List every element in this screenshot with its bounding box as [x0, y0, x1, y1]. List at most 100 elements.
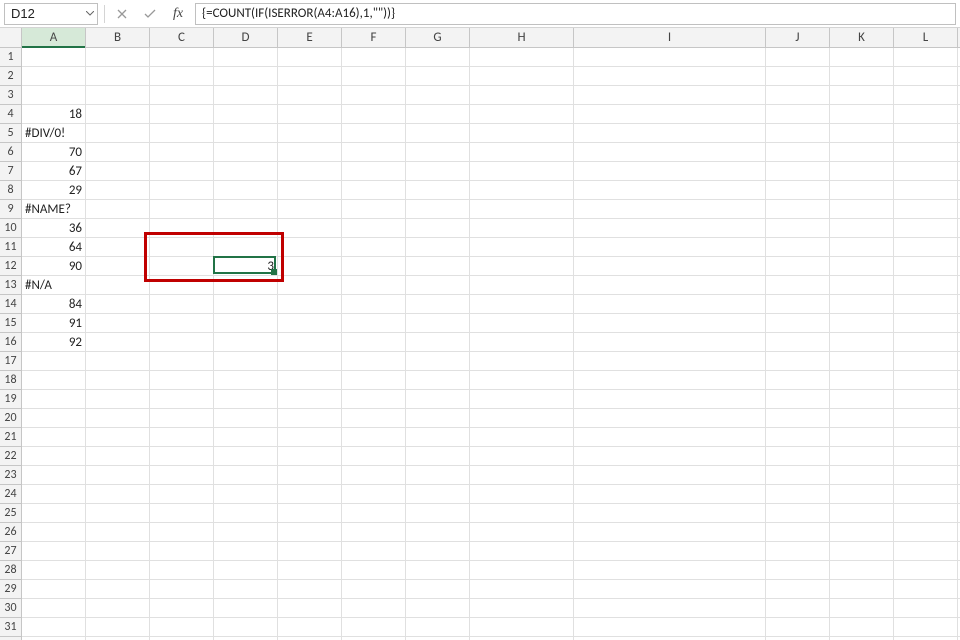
- cell-J13[interactable]: [766, 276, 830, 295]
- cell-B16[interactable]: [86, 333, 150, 352]
- cell-J15[interactable]: [766, 314, 830, 333]
- cell-C13[interactable]: [150, 276, 214, 295]
- cell-D12[interactable]: 3: [214, 257, 278, 276]
- row-header-26[interactable]: 26: [0, 523, 22, 542]
- cell-H29[interactable]: [470, 580, 574, 599]
- cell-C26[interactable]: [150, 523, 214, 542]
- name-box-container[interactable]: [4, 3, 98, 25]
- cell-H22[interactable]: [470, 447, 574, 466]
- cell-H4[interactable]: [470, 105, 574, 124]
- cell-B20[interactable]: [86, 409, 150, 428]
- column-header-L[interactable]: L: [894, 28, 958, 48]
- cell-F14[interactable]: [342, 295, 406, 314]
- cell-K11[interactable]: [830, 238, 894, 257]
- cell-K21[interactable]: [830, 428, 894, 447]
- cell-G13[interactable]: [406, 276, 470, 295]
- cell-I29[interactable]: [574, 580, 766, 599]
- cell-G22[interactable]: [406, 447, 470, 466]
- cell-L3[interactable]: [894, 86, 958, 105]
- cell-F19[interactable]: [342, 390, 406, 409]
- cell-B8[interactable]: [86, 181, 150, 200]
- cell-G6[interactable]: [406, 143, 470, 162]
- cell-B27[interactable]: [86, 542, 150, 561]
- cell-A15[interactable]: 91: [22, 314, 86, 333]
- cell-I19[interactable]: [574, 390, 766, 409]
- cell-I14[interactable]: [574, 295, 766, 314]
- cell-K26[interactable]: [830, 523, 894, 542]
- cell-F1[interactable]: [342, 48, 406, 67]
- cell-G29[interactable]: [406, 580, 470, 599]
- cell-D11[interactable]: [214, 238, 278, 257]
- cell-K8[interactable]: [830, 181, 894, 200]
- cell-G18[interactable]: [406, 371, 470, 390]
- cell-K15[interactable]: [830, 314, 894, 333]
- cell-D6[interactable]: [214, 143, 278, 162]
- cell-D5[interactable]: [214, 124, 278, 143]
- cell-L11[interactable]: [894, 238, 958, 257]
- cell-C21[interactable]: [150, 428, 214, 447]
- cell-A28[interactable]: [22, 561, 86, 580]
- cell-B29[interactable]: [86, 580, 150, 599]
- cell-C2[interactable]: [150, 67, 214, 86]
- cell-F20[interactable]: [342, 409, 406, 428]
- cell-H27[interactable]: [470, 542, 574, 561]
- cell-A26[interactable]: [22, 523, 86, 542]
- cell-L23[interactable]: [894, 466, 958, 485]
- row-header-18[interactable]: 18: [0, 371, 22, 390]
- cell-J27[interactable]: [766, 542, 830, 561]
- cell-H16[interactable]: [470, 333, 574, 352]
- cell-I31[interactable]: [574, 618, 766, 637]
- cell-F31[interactable]: [342, 618, 406, 637]
- cell-H20[interactable]: [470, 409, 574, 428]
- cell-F29[interactable]: [342, 580, 406, 599]
- cell-L20[interactable]: [894, 409, 958, 428]
- row-header-11[interactable]: 11: [0, 238, 22, 257]
- cell-B17[interactable]: [86, 352, 150, 371]
- cell-H26[interactable]: [470, 523, 574, 542]
- cell-J10[interactable]: [766, 219, 830, 238]
- cell-C14[interactable]: [150, 295, 214, 314]
- cell-A4[interactable]: 18: [22, 105, 86, 124]
- cell-G17[interactable]: [406, 352, 470, 371]
- column-header-I[interactable]: I: [574, 28, 766, 48]
- cell-C16[interactable]: [150, 333, 214, 352]
- cell-A8[interactable]: 29: [22, 181, 86, 200]
- cell-K20[interactable]: [830, 409, 894, 428]
- cell-B22[interactable]: [86, 447, 150, 466]
- cell-J21[interactable]: [766, 428, 830, 447]
- cell-H3[interactable]: [470, 86, 574, 105]
- cell-L1[interactable]: [894, 48, 958, 67]
- cell-E19[interactable]: [278, 390, 342, 409]
- cell-D20[interactable]: [214, 409, 278, 428]
- cell-J1[interactable]: [766, 48, 830, 67]
- cell-G19[interactable]: [406, 390, 470, 409]
- cell-K19[interactable]: [830, 390, 894, 409]
- cell-C6[interactable]: [150, 143, 214, 162]
- cell-L7[interactable]: [894, 162, 958, 181]
- cell-E11[interactable]: [278, 238, 342, 257]
- cell-D26[interactable]: [214, 523, 278, 542]
- row-header-25[interactable]: 25: [0, 504, 22, 523]
- cell-K2[interactable]: [830, 67, 894, 86]
- cell-L21[interactable]: [894, 428, 958, 447]
- cell-K14[interactable]: [830, 295, 894, 314]
- cell-A20[interactable]: [22, 409, 86, 428]
- cell-B10[interactable]: [86, 219, 150, 238]
- cell-L14[interactable]: [894, 295, 958, 314]
- cell-L31[interactable]: [894, 618, 958, 637]
- cell-B24[interactable]: [86, 485, 150, 504]
- cell-H9[interactable]: [470, 200, 574, 219]
- cell-C10[interactable]: [150, 219, 214, 238]
- cell-A30[interactable]: [22, 599, 86, 618]
- row-header-30[interactable]: 30: [0, 599, 22, 618]
- cell-F17[interactable]: [342, 352, 406, 371]
- cell-H19[interactable]: [470, 390, 574, 409]
- row-header-9[interactable]: 9: [0, 200, 22, 219]
- cell-C28[interactable]: [150, 561, 214, 580]
- cell-D18[interactable]: [214, 371, 278, 390]
- name-box-dropdown-icon[interactable]: [83, 4, 97, 24]
- cell-A2[interactable]: [22, 67, 86, 86]
- cell-J14[interactable]: [766, 295, 830, 314]
- cell-D9[interactable]: [214, 200, 278, 219]
- row-header-29[interactable]: 29: [0, 580, 22, 599]
